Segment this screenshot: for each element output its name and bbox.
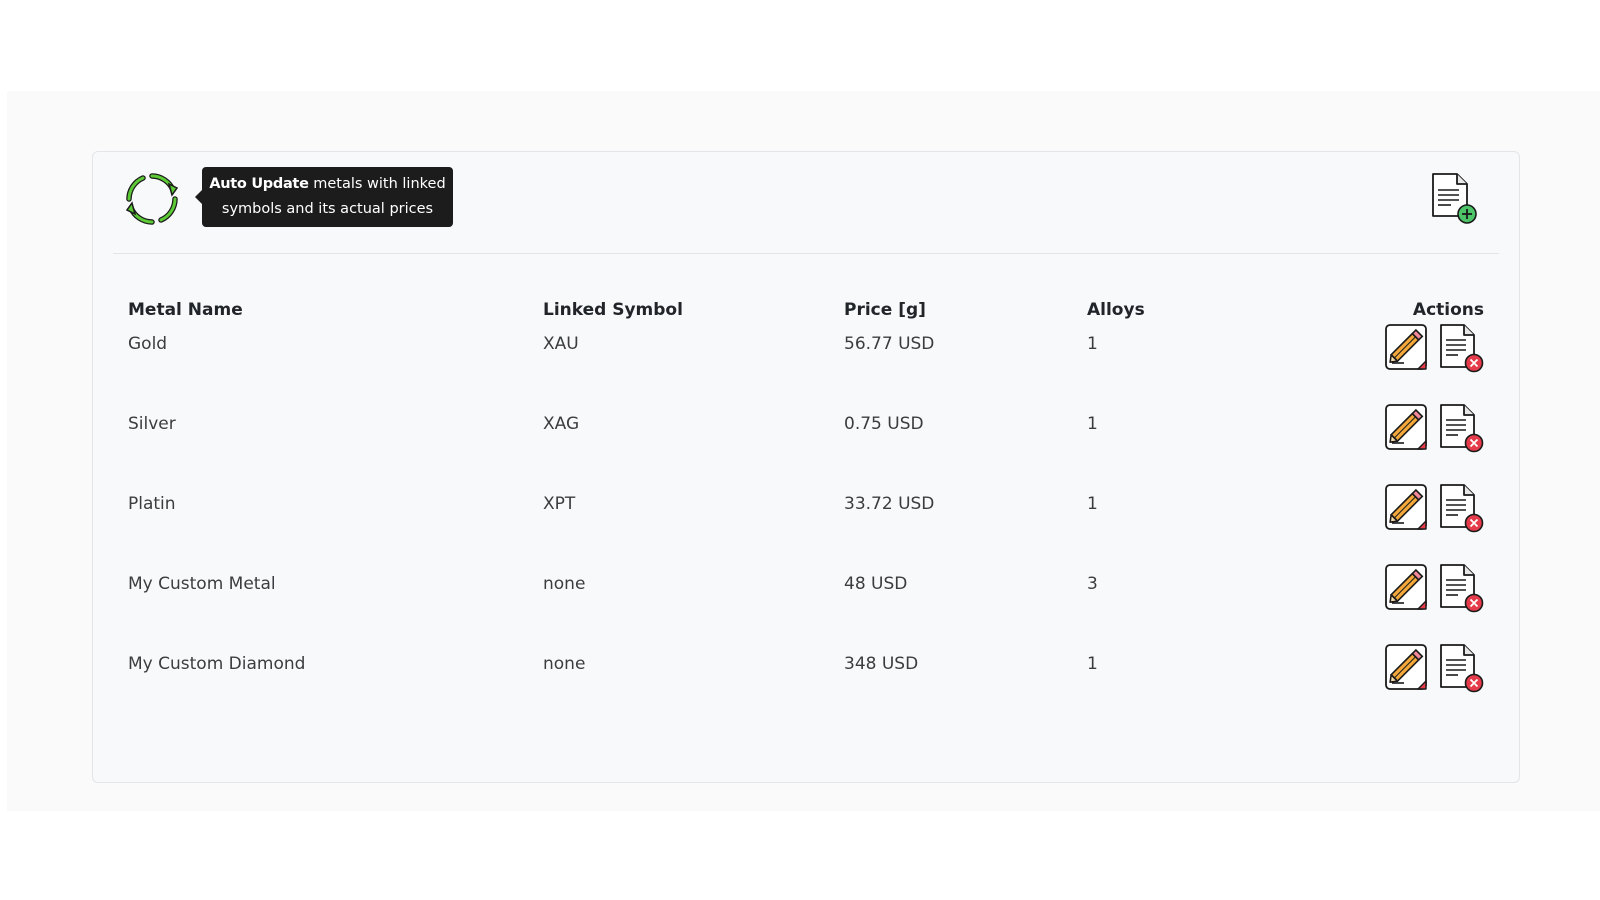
table-header-row: Metal Name Linked Symbol Price [g] Alloy…	[113, 292, 1499, 328]
edit-pencil-icon[interactable]	[1384, 403, 1430, 453]
alloys-cell: 1	[1087, 334, 1098, 354]
table-row: My Custom Diamond none 348 USD 1	[113, 644, 1499, 728]
price-cell: 0.75 USD	[844, 414, 924, 434]
edit-pencil-icon[interactable]	[1384, 643, 1430, 693]
linked-symbol-cell: none	[543, 654, 586, 674]
delete-document-icon[interactable]	[1438, 643, 1484, 693]
edit-pencil-icon[interactable]	[1384, 483, 1430, 533]
edit-pencil-icon[interactable]	[1384, 323, 1430, 373]
card-header: Auto Update metals with linked symbols a…	[113, 152, 1499, 254]
column-header-price: Price [g]	[844, 300, 926, 320]
table-row: My Custom Metal none 48 USD 3	[113, 564, 1499, 648]
alloys-cell: 1	[1087, 654, 1098, 674]
price-cell: 348 USD	[844, 654, 919, 674]
price-cell: 33.72 USD	[844, 494, 935, 514]
actions-cell	[1362, 324, 1499, 408]
delete-document-icon[interactable]	[1438, 403, 1484, 453]
linked-symbol-cell: XPT	[543, 494, 576, 514]
actions-cell	[1362, 404, 1499, 488]
alloys-cell: 3	[1087, 574, 1098, 594]
linked-symbol-cell: none	[543, 574, 586, 594]
linked-symbol-cell: XAG	[543, 414, 580, 434]
column-header-metal-name: Metal Name	[128, 300, 243, 320]
alloys-cell: 1	[1087, 494, 1098, 514]
tooltip-bold-text: Auto Update	[209, 176, 309, 192]
delete-document-icon[interactable]	[1438, 563, 1484, 613]
table-row: Silver XAG 0.75 USD 1	[113, 404, 1499, 488]
delete-document-icon[interactable]	[1438, 483, 1484, 533]
price-cell: 56.77 USD	[844, 334, 935, 354]
actions-cell	[1362, 484, 1499, 568]
alloys-cell: 1	[1087, 414, 1098, 434]
actions-cell	[1362, 564, 1499, 648]
table-row: Gold XAU 56.77 USD 1	[113, 324, 1499, 408]
linked-symbol-cell: XAU	[543, 334, 579, 354]
metal-name-cell: Platin	[128, 494, 176, 514]
metal-name-cell: My Custom Diamond	[128, 654, 306, 674]
price-cell: 48 USD	[844, 574, 908, 594]
metals-card: Auto Update metals with linked symbols a…	[92, 151, 1520, 783]
metal-name-cell: My Custom Metal	[128, 574, 276, 594]
auto-update-tooltip: Auto Update metals with linked symbols a…	[195, 167, 453, 227]
refresh-icon[interactable]	[123, 170, 181, 228]
column-header-linked-symbol: Linked Symbol	[543, 300, 683, 320]
actions-cell	[1362, 644, 1499, 728]
metal-name-cell: Gold	[128, 334, 168, 354]
delete-document-icon[interactable]	[1438, 323, 1484, 373]
metal-name-cell: Silver	[128, 414, 176, 434]
add-document-icon[interactable]	[1429, 172, 1479, 224]
edit-pencil-icon[interactable]	[1384, 563, 1430, 613]
metals-table: Metal Name Linked Symbol Price [g] Alloy…	[113, 292, 1499, 728]
column-header-alloys: Alloys	[1087, 300, 1145, 320]
table-row: Platin XPT 33.72 USD 1	[113, 484, 1499, 568]
